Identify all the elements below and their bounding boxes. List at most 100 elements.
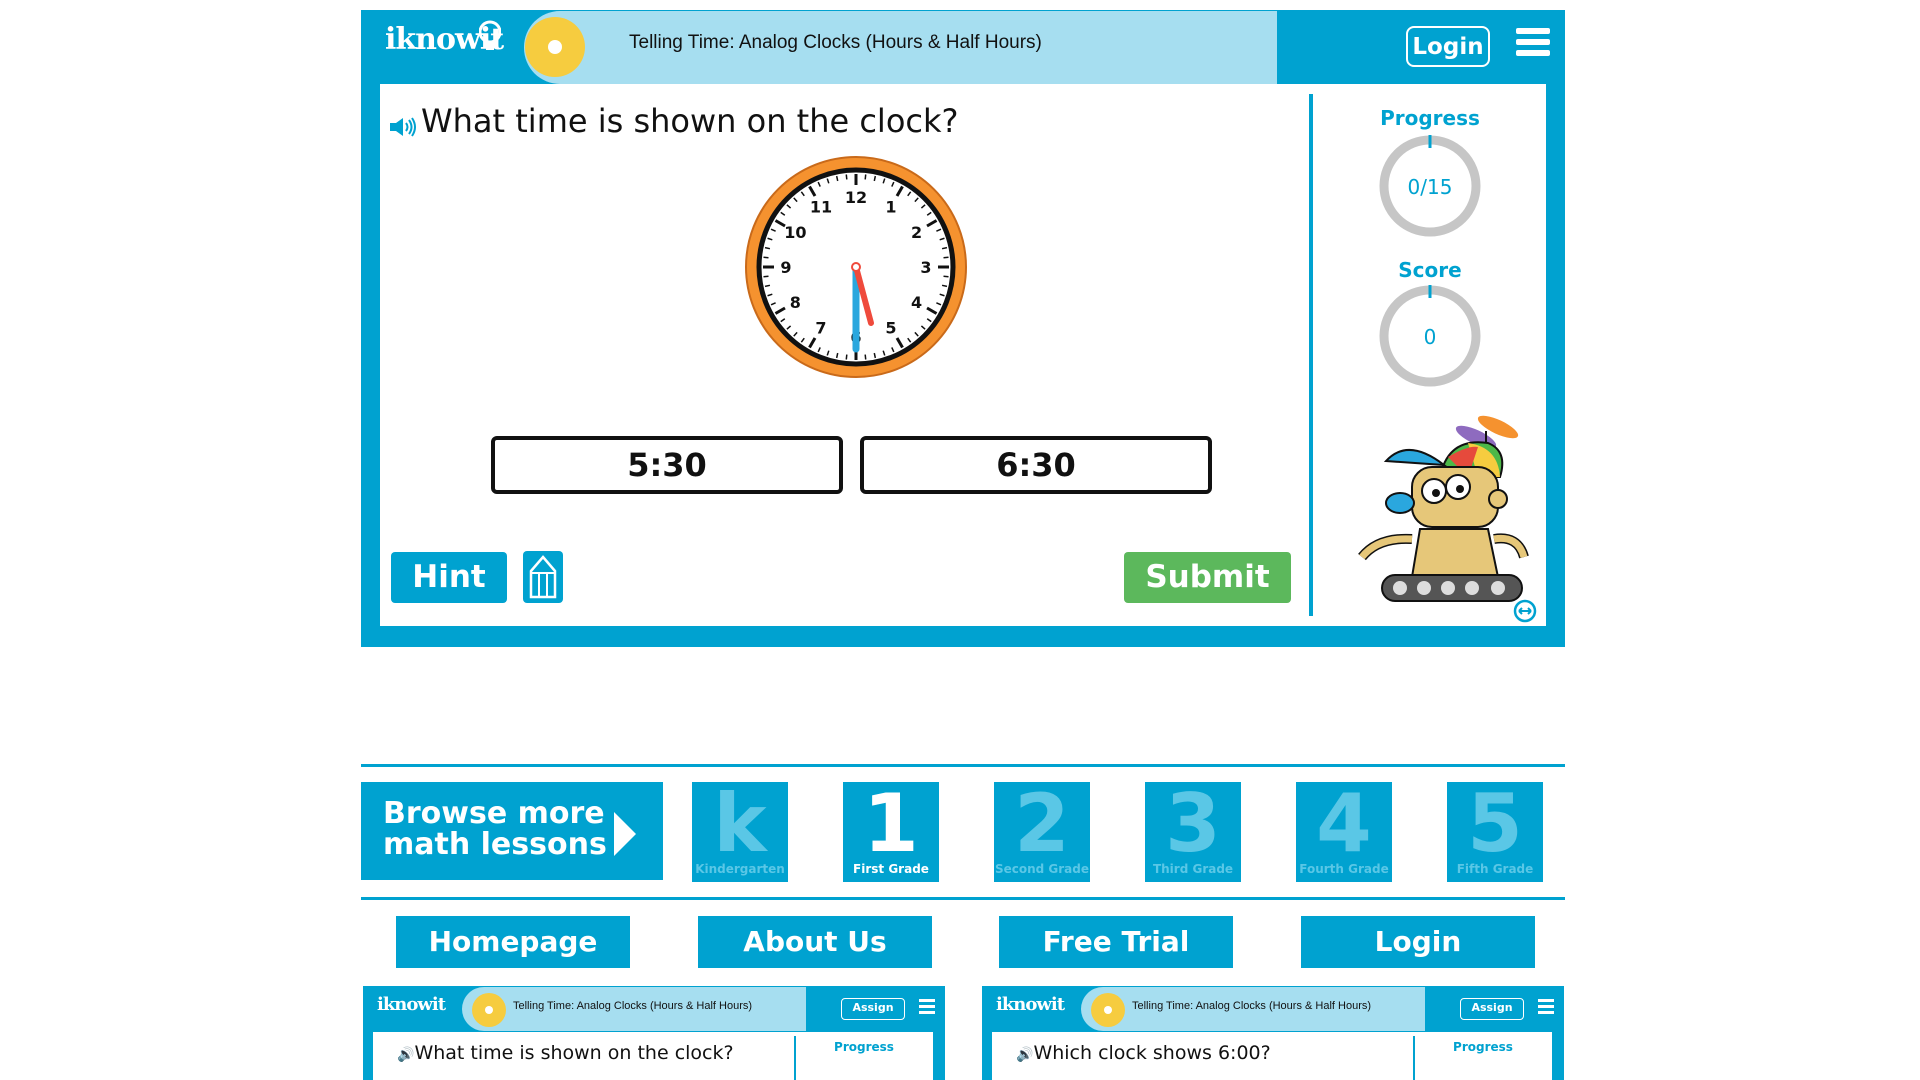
robot-mascot (1358, 415, 1529, 602)
speaker-icon: 🔊 (1016, 1047, 1034, 1063)
clock-tick (763, 275, 769, 278)
clock-center (851, 262, 861, 272)
grade-number: k (713, 777, 767, 870)
clock-tick (835, 175, 839, 182)
progress-label: Progress (1380, 106, 1480, 130)
clock-number: 12 (845, 188, 867, 207)
grade-label: First Grade (853, 862, 929, 876)
hamburger-menu-icon[interactable] (1516, 28, 1550, 62)
progress-value: 0/15 (1408, 175, 1453, 199)
lightbulb-icon (479, 20, 501, 50)
free-trial-button[interactable]: Free Trial (999, 916, 1233, 968)
lesson-app: iknowit Telling Time: Analog Clocks (Hou… (361, 10, 1565, 647)
grade-number: 3 (1165, 777, 1221, 870)
section-divider-bottom (361, 897, 1565, 900)
clock-number: 9 (780, 258, 791, 277)
grade-label: Third Grade (1152, 862, 1234, 876)
sidebar-divider (1309, 94, 1313, 616)
clock-tick (763, 256, 769, 259)
thumbnail-divider (1413, 1036, 1415, 1080)
clock-number: 8 (790, 293, 801, 312)
hamburger-menu-icon (1538, 999, 1554, 1017)
lesson-title: Telling Time: Analog Clocks (Hours & Hal… (629, 32, 1042, 53)
thumbnail-progress-label: Progress (834, 1040, 894, 1054)
clock-tick (941, 246, 948, 250)
thumbnail-progress-label: Progress (1453, 1040, 1513, 1054)
thumbnail-question-text: Which clock shows 6:00? (1033, 1042, 1271, 1064)
submit-button[interactable]: Submit (1124, 552, 1291, 603)
grade-second[interactable]: 2 Second Grade (994, 782, 1090, 882)
browse-more-lessons-button[interactable]: Browse more math lessons (361, 782, 663, 880)
clock-tick (845, 174, 848, 180)
score-label: Score (1398, 258, 1462, 282)
grade-number: 5 (1467, 777, 1523, 870)
about-us-button[interactable]: About Us (698, 916, 932, 968)
speaker-icon[interactable] (389, 116, 417, 138)
hint-button[interactable]: Hint (391, 552, 507, 603)
grade-fourth[interactable]: 4 Fourth Grade (1296, 782, 1392, 882)
grade-number: 1 (863, 777, 919, 870)
thumbnail-question: 🔊What time is shown on the clock? (397, 1042, 734, 1064)
clock-number: 10 (784, 223, 806, 242)
clock-tick (835, 352, 839, 359)
clock-number: 11 (810, 197, 832, 216)
grade-number: 4 (1316, 777, 1372, 870)
grade-fifth[interactable]: 5 Fifth Grade (1447, 782, 1543, 882)
clock-tick (864, 354, 867, 360)
homepage-button[interactable]: Homepage (396, 916, 630, 968)
hamburger-menu-icon (919, 999, 935, 1017)
analog-clock: 121234567891011 (745, 156, 967, 378)
lesson-badge-icon (1091, 993, 1125, 1027)
grade-label: Kindergarten (695, 862, 785, 876)
answer-option-1[interactable]: 5:30 (491, 436, 843, 494)
grade-kindergarten[interactable]: k Kindergarten (692, 782, 788, 882)
top-bar: iknowit Telling Time: Analog Clocks (Hou… (361, 10, 1565, 84)
thumbnail-logo: iknowit (377, 994, 446, 1015)
iknowit-logo[interactable]: iknowit (385, 20, 504, 57)
lesson-thumbnail-1[interactable]: iknowit Telling Time: Analog Clocks (Hou… (363, 986, 945, 1080)
answer-option-2[interactable]: 6:30 (860, 436, 1212, 494)
browse-line-1: Browse more (383, 796, 605, 831)
clock-tick (941, 284, 948, 288)
lesson-thumbnail-2[interactable]: iknowit Telling Time: Analog Clocks (Hou… (982, 986, 1564, 1080)
clock-tick (943, 256, 949, 259)
grade-number: 2 (1014, 777, 1070, 870)
arrow-right-icon (614, 812, 636, 856)
clock-tick (764, 246, 771, 250)
score-ring: 0 (1379, 285, 1481, 387)
thumbnail-question-text: What time is shown on the clock? (414, 1042, 734, 1064)
progress-ring: 0/15 (1379, 135, 1481, 237)
clock-tick (864, 174, 867, 180)
lesson-badge-icon (525, 17, 585, 77)
pencil-icon (529, 555, 557, 599)
clock-tick (873, 175, 877, 182)
clock-tick (943, 275, 949, 278)
clock-number: 5 (885, 319, 896, 338)
browse-line-2: math lessons (383, 827, 607, 862)
clock-number: 2 (911, 223, 922, 242)
clock-number: 4 (911, 293, 922, 312)
score-value: 0 (1424, 325, 1437, 349)
thumbnail-title: Telling Time: Analog Clocks (Hours & Hal… (1132, 1000, 1372, 1012)
clock-number: 3 (920, 258, 931, 277)
thumbnail-logo: iknowit (996, 994, 1065, 1015)
section-divider-top (361, 764, 1565, 767)
assign-button: Assign (841, 998, 905, 1020)
clock-number: 1 (885, 197, 896, 216)
thumbnail-divider (794, 1036, 796, 1080)
clock-tick (873, 352, 877, 359)
clock-number: 7 (815, 319, 826, 338)
grade-first[interactable]: 1 First Grade (843, 782, 939, 882)
grade-label: Fourth Grade (1299, 862, 1389, 876)
login-footer-button[interactable]: Login (1301, 916, 1535, 968)
grade-third[interactable]: 3 Third Grade (1145, 782, 1241, 882)
thumbnail-title: Telling Time: Analog Clocks (Hours & Hal… (513, 1000, 753, 1012)
speaker-icon: 🔊 (397, 1047, 415, 1063)
grade-label: Second Grade (994, 862, 1090, 876)
login-button[interactable]: Login (1406, 26, 1490, 67)
question-text: What time is shown on the clock? (421, 102, 959, 140)
question-card: What time is shown on the clock? 12 1 2 3 4 5… (380, 84, 1546, 626)
expand-icon[interactable] (1513, 599, 1537, 623)
pencil-button[interactable] (523, 551, 563, 603)
lesson-badge-icon (472, 993, 506, 1027)
